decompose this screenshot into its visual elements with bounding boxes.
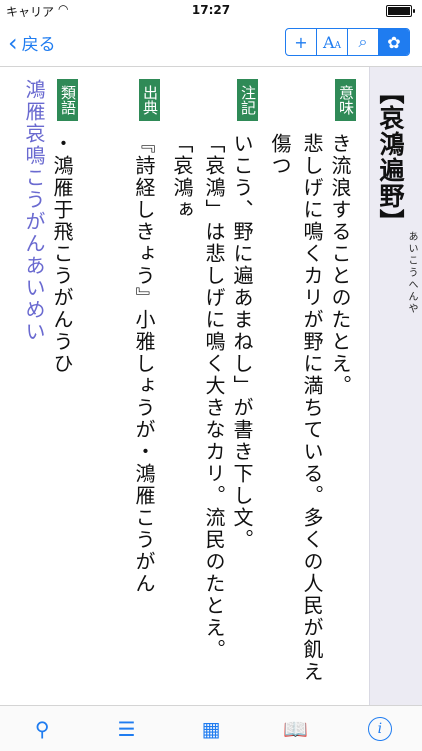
meaning-line-2: き流浪することのたとえ。 [328,133,352,397]
flower-button[interactable]: ✿ [379,29,409,55]
source-text: 『詩経しきょう』小雅しょうが・鴻雁こうがん [132,133,156,595]
chevron-left-icon: ‹ [8,28,18,57]
plus-icon: + [294,32,308,52]
synonym-text-2[interactable]: ・鴻雁于飛こうがんうひ [46,133,78,375]
tab-bar: ⚲ ☰ ▦ 📖 i [0,705,422,751]
tab-book[interactable]: 📖 [253,706,337,751]
note-line-1: 「哀鴻」は悲しげに鳴く大きなカリ。流民のたとえ。「哀鴻ぁ [170,133,226,661]
tag-synonym: 類語 [57,79,78,121]
info-icon: i [367,716,392,741]
search-document-icon: ⌕ [358,32,368,51]
list-icon: ☰ [117,716,136,741]
toolbar: + AA ⌕ ✿ [285,28,410,56]
flower-icon: ✿ [387,32,401,52]
tag-note: 注記 [237,79,258,121]
book-icon: 📖 [282,716,308,741]
grid-icon: ▦ [201,716,221,741]
tag-meaning: 意味 [335,79,356,121]
font-size-button[interactable]: AA [317,29,348,55]
font-size-icon: AA [322,32,342,52]
tag-source: 出典 [139,79,160,121]
search-icon: ⚲ [34,716,50,741]
status-bar: キャリア ◠ 17:27 [0,0,422,20]
note-line-2: いこう、野に遍あまねし」が書き下し文。 [230,133,254,551]
meaning-line-1: 悲しげに鳴くカリが野に満ちている。多くの人民が飢え傷つ [268,133,324,683]
entry-reading: あいこうへんや [406,231,417,315]
back-label: 戻る [21,35,56,55]
tab-info[interactable]: i [338,706,422,751]
tab-list[interactable]: ☰ [84,706,168,751]
search-text-button[interactable]: ⌕ [348,29,379,55]
battery-icon [386,5,415,17]
entry-header: 【哀鴻遍野】 あいこうへんや [369,67,422,705]
navigation-bar: ‹ 戻る + AA ⌕ ✿ [0,20,422,67]
back-button[interactable]: ‹ 戻る [8,28,56,57]
entry-heading: 【哀鴻遍野】 [376,79,405,235]
add-button[interactable]: + [286,29,317,55]
tab-search[interactable]: ⚲ [0,706,84,751]
entry-content: 【哀鴻遍野】 あいこうへんや 意味 悲しげに鳴くカリが野に満ちている。多くの人民… [0,67,422,705]
clock: 17:27 [191,3,231,17]
tab-grid[interactable]: ▦ [169,706,253,751]
